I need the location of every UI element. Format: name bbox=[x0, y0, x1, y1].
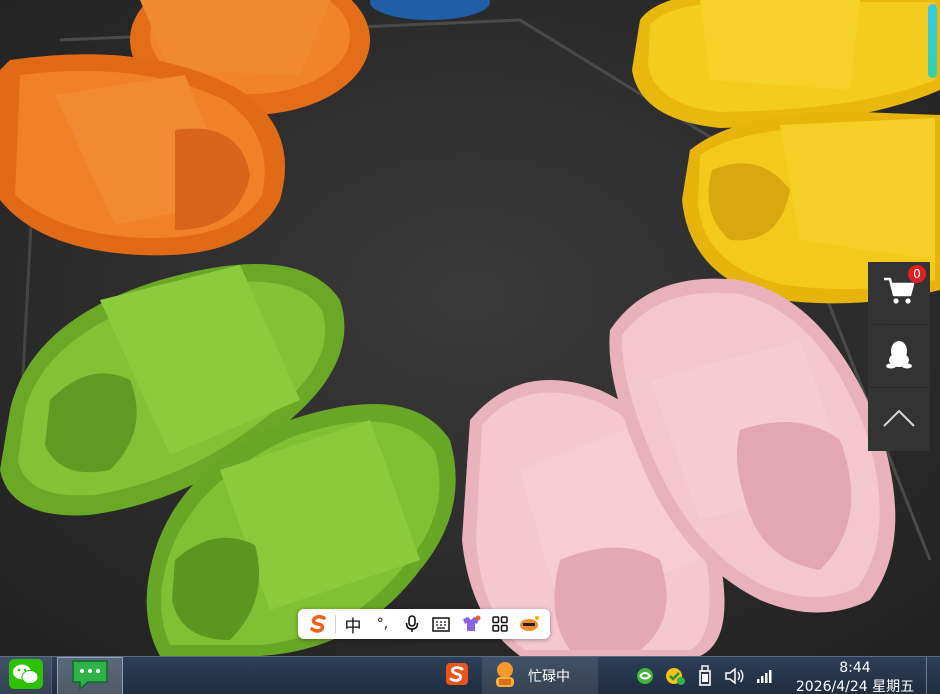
message-taskbar-button[interactable] bbox=[57, 657, 123, 694]
security-icon[interactable] bbox=[662, 657, 688, 694]
wechat-icon bbox=[8, 659, 43, 693]
system-clock[interactable]: 8:44 2026/4/24 星期五 bbox=[790, 657, 920, 694]
taskbar: 忙碌中 8:44 2026/4/24 星期五 bbox=[0, 656, 940, 694]
busy-avatar-icon bbox=[490, 659, 520, 693]
busy-status-button[interactable]: 忙碌中 bbox=[482, 657, 598, 694]
ime-separator bbox=[335, 615, 337, 633]
ime-punctuation-toggle[interactable]: °, bbox=[368, 609, 397, 639]
usb-device-icon[interactable] bbox=[692, 657, 718, 694]
cart-button[interactable]: 0 bbox=[868, 262, 930, 324]
volume-icon[interactable] bbox=[722, 657, 748, 694]
back-to-top-button[interactable] bbox=[868, 388, 930, 451]
qq-service-button[interactable] bbox=[868, 325, 930, 387]
network-icon[interactable] bbox=[752, 657, 778, 694]
ime-mode-toggle[interactable]: 中 bbox=[338, 609, 367, 639]
toolbox-icon[interactable] bbox=[485, 609, 514, 639]
360-icon[interactable] bbox=[632, 657, 658, 694]
skin-icon[interactable] bbox=[456, 609, 485, 639]
clock-time: 8:44 bbox=[839, 660, 871, 676]
cart-count-badge: 0 bbox=[908, 265, 926, 283]
wechat-taskbar-button[interactable] bbox=[0, 657, 52, 694]
sogou-tray-button[interactable] bbox=[442, 657, 472, 694]
show-desktop-button[interactable] bbox=[926, 657, 940, 694]
microphone-icon[interactable] bbox=[397, 609, 426, 639]
keyboard-icon[interactable] bbox=[426, 609, 455, 639]
sogou-s-icon[interactable] bbox=[304, 609, 333, 639]
scroll-indicator[interactable] bbox=[928, 4, 937, 78]
product-photo bbox=[0, 0, 940, 656]
sogou-s-icon bbox=[446, 663, 468, 689]
busy-status-label: 忙碌中 bbox=[528, 669, 570, 685]
ime-toolbar[interactable]: 中 °, bbox=[298, 609, 550, 639]
chat-bubble-icon bbox=[70, 658, 110, 694]
clock-date: 2026/4/24 星期五 bbox=[795, 679, 915, 694]
mascot-icon[interactable] bbox=[515, 609, 544, 639]
qq-penguin-icon bbox=[886, 339, 912, 373]
chevron-up-icon bbox=[882, 408, 916, 432]
